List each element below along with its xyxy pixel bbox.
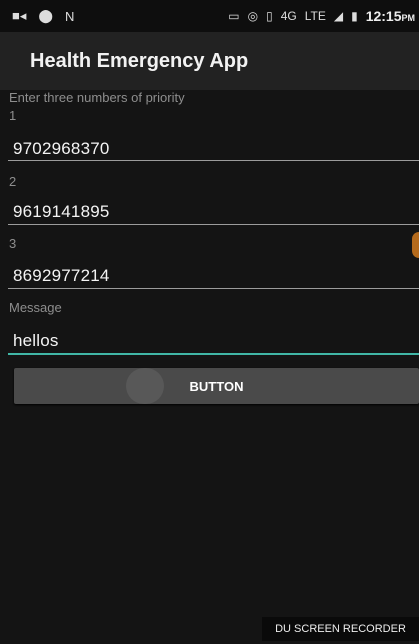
clock-ampm: PM (401, 13, 416, 23)
lte-label: LTE (304, 9, 326, 23)
screen-recorder-watermark: DU SCREEN RECORDER (262, 617, 419, 641)
instruction-label: Enter three numbers of priority (9, 90, 185, 105)
app-bar: Health Emergency App (0, 32, 419, 90)
priority-2-underline (8, 224, 419, 225)
priority-3-label: 3 (9, 236, 17, 251)
priority-1-label: 1 (9, 108, 17, 123)
hotspot-icon: ◎ (247, 9, 259, 23)
message-label: Message (9, 300, 62, 315)
priority-3-input[interactable]: 8692977214 (13, 266, 110, 286)
status-left-icons: ■◂ ⬤ N (0, 8, 74, 24)
video-camera-icon: ■◂ (12, 8, 27, 23)
message-underline (8, 353, 419, 355)
priority-2-input[interactable]: 9619141895 (13, 202, 110, 222)
signal-icon: ◢ (333, 9, 344, 23)
priority-1-input[interactable]: 9702968370 (13, 139, 110, 159)
priority-1-underline (8, 160, 419, 161)
touch-indicator (126, 368, 164, 404)
message-input[interactable]: hellos (13, 331, 59, 351)
main-content: Enter three numbers of priority 1 970296… (0, 90, 419, 644)
nfc-icon: N (64, 8, 75, 24)
network-type-label: 4G (280, 9, 297, 23)
clock: 12:15PM (366, 8, 415, 24)
status-bar: ■◂ ⬤ N ▭ ◎ ▯ 4G LTE ◢ ▮ 12:15PM (0, 0, 419, 32)
android-icon: ⬤ (38, 8, 53, 23)
app-title: Health Emergency App (30, 49, 249, 72)
priority-3-underline (8, 288, 419, 289)
vibrate-icon: ▯ (266, 9, 273, 23)
floating-recorder-bubble-icon[interactable] (412, 232, 419, 258)
cast-icon: ▭ (228, 9, 240, 23)
priority-2-label: 2 (9, 174, 17, 189)
submit-button[interactable]: BUTTON (14, 368, 419, 404)
status-right-icons: ▭ ◎ ▯ 4G LTE ◢ ▮ 12:15PM (228, 8, 419, 24)
clock-time: 12:15 (365, 8, 402, 24)
battery-icon: ▮ (351, 9, 358, 23)
